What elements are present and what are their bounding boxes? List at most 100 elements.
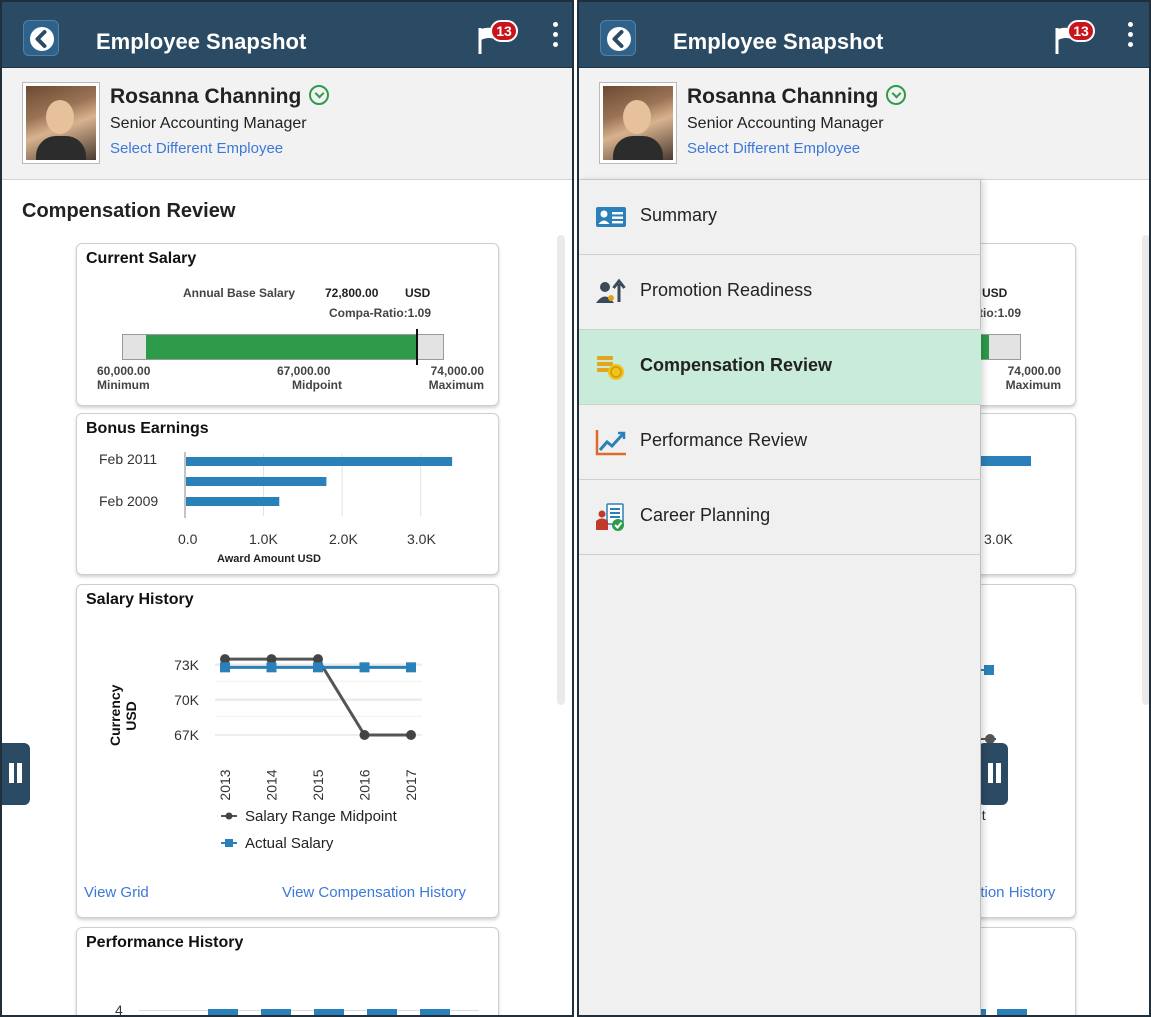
performance-bar xyxy=(314,1009,344,1015)
notifications-button[interactable]: 13 xyxy=(1054,20,1104,54)
actual-salary-marker xyxy=(266,662,277,673)
y-tick-label: 67K xyxy=(174,727,200,743)
y-tick-label: 73K xyxy=(174,657,200,673)
bonus-bar xyxy=(186,457,453,466)
more-actions-button[interactable] xyxy=(549,22,561,50)
notifications-button[interactable]: 13 xyxy=(477,20,527,54)
employee-name: Rosanna Channing xyxy=(687,85,907,109)
range-max-value: 74,000.00 xyxy=(1007,364,1061,378)
chevron-down-icon[interactable] xyxy=(309,85,330,106)
notification-badge: 13 xyxy=(490,20,518,42)
currency-label: USD xyxy=(982,286,1008,300)
main-content: Compensation Review Current Salary Annua… xyxy=(2,180,572,1015)
employee-job-title: Senior Accounting Manager xyxy=(110,115,307,132)
currency-label: USD xyxy=(405,286,431,300)
salary-range-fill xyxy=(145,335,416,359)
performance-history-card[interactable]: Performance History 4 xyxy=(76,927,499,1017)
section-title: Compensation Review xyxy=(22,200,236,222)
x-tick-label: 2013 xyxy=(217,769,233,800)
career-icon xyxy=(596,503,624,531)
range-mid-value: 67,000.00 xyxy=(277,364,331,378)
bonus-bar xyxy=(186,477,327,486)
current-salary-card[interactable]: Current Salary Annual Base Salary 72,800… xyxy=(76,243,499,406)
nav-item-label: Compensation Review xyxy=(640,355,833,375)
nav-item-career-planning[interactable]: Career Planning xyxy=(579,480,981,555)
x-tick-label: 1.0K xyxy=(249,531,278,547)
y-tick-label: Feb 2011 xyxy=(99,451,158,467)
actual-salary-marker xyxy=(313,662,323,673)
range-min-value: 60,000.00 xyxy=(97,364,151,378)
back-button[interactable] xyxy=(23,20,59,56)
header-bar: Employee Snapshot 13 xyxy=(579,2,1149,68)
midpoint-marker xyxy=(359,730,370,740)
compa-ratio: tio:1.09 xyxy=(979,306,1022,320)
select-different-employee-link[interactable]: Select Different Employee xyxy=(110,140,283,157)
actual-salary-marker xyxy=(220,662,230,673)
header-bar: Employee Snapshot 13 xyxy=(2,2,572,68)
compa-ratio: Compa-Ratio:1.09 xyxy=(329,306,432,320)
side-panel-toggle[interactable] xyxy=(2,743,30,805)
coins-icon xyxy=(597,356,624,380)
annual-base-salary-label: Annual Base Salary xyxy=(183,286,296,300)
employee-job-title: Senior Accounting Manager xyxy=(687,115,884,132)
employee-banner: Rosanna Channing Senior Accounting Manag… xyxy=(579,68,1149,180)
x-tick-label: 2014 xyxy=(264,769,280,800)
y-tick-label: Feb 2009 xyxy=(99,493,159,509)
chevron-down-icon[interactable] xyxy=(886,85,907,106)
view-compensation-history-link[interactable]: View Compensation History xyxy=(282,884,466,901)
nav-item-compensation-review[interactable]: Compensation Review xyxy=(579,330,981,405)
range-min-label: Minimum xyxy=(97,378,150,392)
promotion-icon xyxy=(596,278,626,303)
x-tick-label: 2017 xyxy=(403,769,419,800)
salary-marker xyxy=(415,329,418,365)
employee-name: Rosanna Channing xyxy=(110,85,330,109)
nav-item-performance-review[interactable]: Performance Review xyxy=(579,405,981,480)
range-mid-label: Midpoint xyxy=(292,378,342,392)
card-title: Current Salary xyxy=(86,250,197,267)
employee-snapshot-panel: Employee Snapshot 13 Rosanna Channing Se… xyxy=(0,0,574,1017)
avatar xyxy=(599,82,677,164)
more-actions-button[interactable] xyxy=(1124,22,1136,50)
midpoint-marker xyxy=(406,730,416,740)
x-tick-label: 2015 xyxy=(310,769,326,800)
nav-item-label: Promotion Readiness xyxy=(640,280,813,300)
select-different-employee-link[interactable]: Select Different Employee xyxy=(687,140,860,157)
performance-bar xyxy=(208,1009,238,1015)
view-grid-link[interactable]: View Grid xyxy=(84,884,149,901)
card-title: Performance History xyxy=(86,934,244,951)
salary-history-chart: 67K 70K 73K 2013 2014 2015 2016 2017 Salary Rang… xyxy=(174,654,422,852)
y-tick-label: 4 xyxy=(115,1002,123,1017)
legend-label-midpoint: Salary Range Midpoint xyxy=(245,808,398,825)
performance-bar xyxy=(367,1009,397,1015)
nav-item-label: Summary xyxy=(640,205,718,225)
employee-snapshot-panel-nav-open: Employee Snapshot 13 Rosanna Channing Se… xyxy=(577,0,1151,1017)
back-button[interactable] xyxy=(600,20,636,56)
back-arrow-icon xyxy=(30,27,54,51)
page-title: Employee Snapshot xyxy=(96,29,307,54)
navigation-panel: Summary Promotion Readiness Compensation… xyxy=(579,180,981,1015)
legend-marker-midpoint xyxy=(225,812,233,820)
y-tick-label: 70K xyxy=(174,692,200,708)
scrollbar[interactable] xyxy=(1142,235,1149,705)
x-axis-label: Award Amount USD xyxy=(217,553,321,565)
nav-item-label: Career Planning xyxy=(640,505,771,525)
legend-marker-actual xyxy=(225,839,233,847)
bonus-bar xyxy=(186,497,280,506)
nav-item-label: Performance Review xyxy=(640,430,808,450)
scrollbar[interactable] xyxy=(557,235,565,705)
x-tick-label: 3.0K xyxy=(407,531,436,547)
range-max-value: 74,000.00 xyxy=(430,364,484,378)
side-panel-toggle[interactable] xyxy=(978,743,1008,805)
nav-item-summary[interactable]: Summary xyxy=(579,180,981,255)
range-max-label: Maximum xyxy=(428,378,484,392)
x-tick-label: 3.0K xyxy=(984,531,1013,547)
actual-salary-marker xyxy=(406,662,416,673)
salary-history-card[interactable]: Salary History 67K 70K 73K 2013 2014 2015 2016… xyxy=(76,584,499,918)
range-max-label: Maximum xyxy=(1005,378,1061,392)
actual-salary-marker xyxy=(359,662,370,673)
nav-item-promotion-readiness[interactable]: Promotion Readiness xyxy=(579,255,981,330)
bonus-earnings-card[interactable]: Bonus Earnings Feb 2011 Feb 2009 0.0 1.0… xyxy=(76,413,499,575)
view-compensation-history-link[interactable]: ation History xyxy=(972,884,1055,901)
avatar xyxy=(22,82,100,164)
performance-bar xyxy=(261,1009,291,1015)
